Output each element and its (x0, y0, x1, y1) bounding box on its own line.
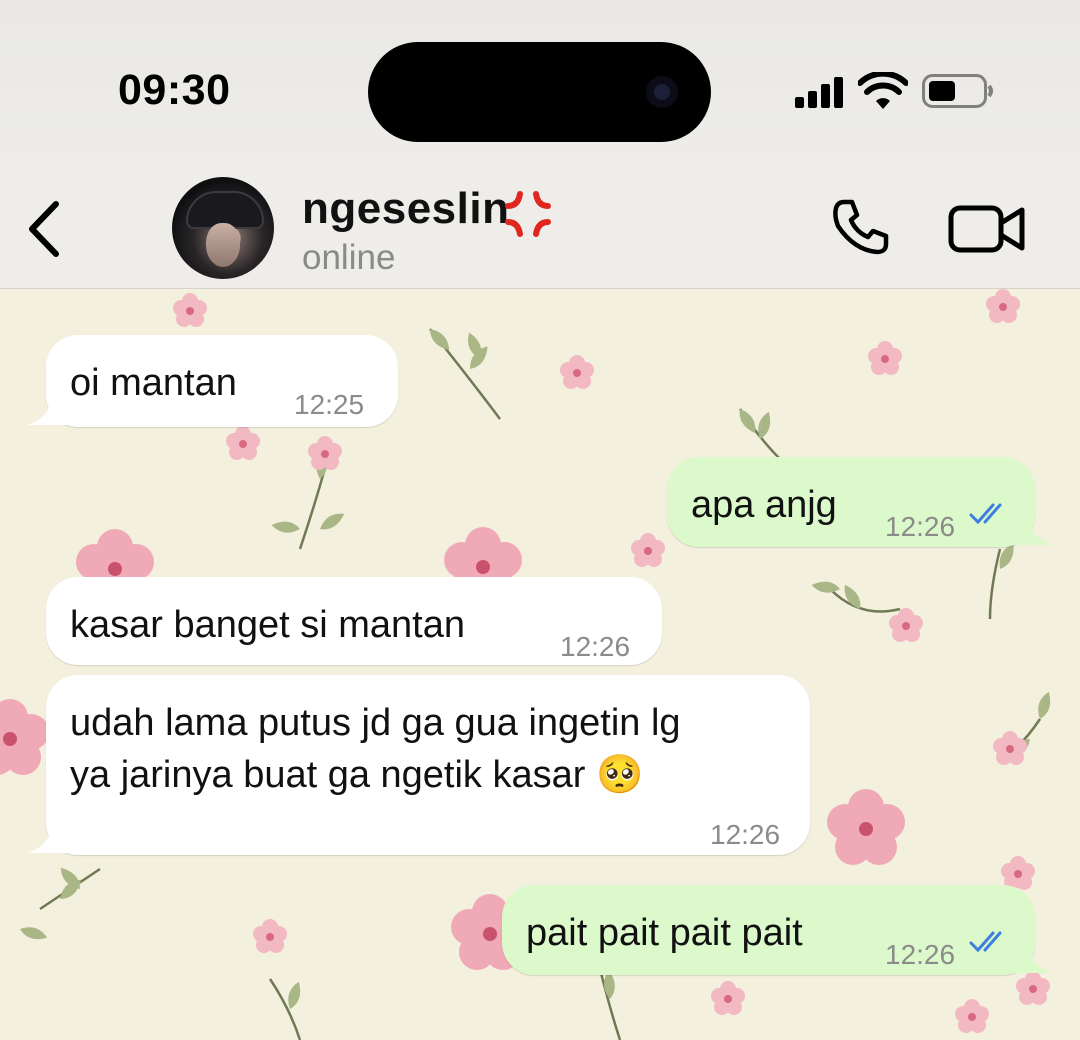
message-time: 12:26 (560, 631, 631, 662)
bubble-tail (1012, 945, 1052, 973)
message-bubble-outgoing[interactable]: apa anjg 12:26 (667, 457, 1035, 547)
front-camera-icon (646, 76, 678, 108)
message-bubble-incoming[interactable]: udah lama putus jd ga gua ingetin lg ya … (46, 675, 810, 855)
contact-avatar[interactable] (172, 177, 274, 279)
wifi-icon (858, 72, 908, 109)
message-text: kasar banget si mantan (70, 604, 466, 646)
message-bubble-incoming[interactable]: oi mantan 12:25 (46, 335, 398, 427)
read-receipt-ticks-icon (969, 931, 1002, 953)
contact-status: online (302, 238, 396, 277)
message-time: 12:25 (294, 389, 365, 420)
message-bubble-incoming[interactable]: kasar banget si mantan 12:26 (46, 577, 662, 665)
bubble-tail (1012, 517, 1052, 545)
status-bar: 09:30 (0, 0, 1080, 170)
chat-area[interactable]: oi mantan 12:25 apa anjg 12:26 kasar ban… (0, 289, 1080, 1040)
bubble-tail (28, 825, 68, 853)
message-time: 12:26 (710, 819, 781, 850)
anger-symbol-icon (505, 191, 551, 237)
message-text: oi mantan (70, 362, 237, 404)
dynamic-island (368, 42, 711, 142)
message-text: apa anjg (691, 484, 837, 526)
chat-header: ngeseslin online (0, 170, 1080, 289)
message-text: udah lama putus jd ga gua ingetin lg ya … (70, 702, 681, 796)
read-receipt-ticks-icon (969, 503, 1002, 525)
back-chevron-icon[interactable] (24, 200, 64, 258)
bubble-tail (28, 397, 68, 425)
battery-icon (922, 74, 993, 108)
message-bubble-outgoing[interactable]: pait pait pait pait 12:26 (502, 885, 1035, 975)
message-time: 12:26 (885, 511, 956, 542)
video-call-icon[interactable] (948, 204, 1026, 254)
phone-call-icon[interactable] (830, 196, 892, 258)
cellular-signal-icon (795, 76, 847, 108)
message-time: 12:26 (885, 939, 956, 970)
status-time: 09:30 (118, 66, 231, 114)
contact-name[interactable]: ngeseslin (302, 184, 509, 234)
message-text: pait pait pait pait (526, 912, 803, 954)
avatar-face (206, 223, 240, 267)
